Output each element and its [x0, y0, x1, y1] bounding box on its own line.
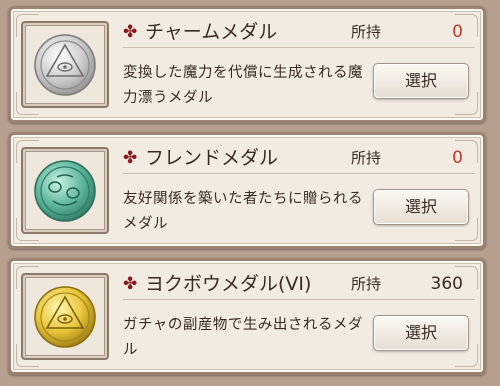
medal-name-row: ✤ チャームメダル 所持 0: [123, 19, 475, 45]
cross-ornament-icon: ✤: [123, 148, 138, 168]
gold-medal-icon: [34, 286, 96, 348]
teal-medal-icon: [34, 160, 96, 222]
owned-count: 0: [452, 148, 463, 168]
divider: [123, 173, 475, 174]
select-button[interactable]: 選択: [373, 315, 469, 351]
divider: [123, 47, 475, 48]
medal-description: 変換した魔力を代償に生成される魔力漂うメダル: [123, 65, 363, 106]
owned-count: 360: [430, 274, 463, 294]
divider: [123, 299, 475, 300]
cross-ornament-icon: ✤: [123, 22, 138, 42]
select-button[interactable]: 選択: [373, 63, 469, 99]
medal-name: フレンドメダル: [145, 147, 279, 169]
silver-medal-icon: [34, 34, 96, 96]
medal-icon-frame: [21, 21, 109, 108]
medal-name-row: ✤ フレンドメダル 所持 0: [123, 145, 475, 171]
medal-icon-frame: [21, 147, 109, 234]
medal-card-yokubou: ✤ ヨクボウメダル(VI) 所持 360 ガチャの副産物で生み出されるメダル 選…: [8, 258, 486, 375]
owned-label: 所持: [351, 275, 382, 293]
medal-name: チャームメダル: [145, 21, 278, 43]
medal-name: ヨクボウメダル(VI): [145, 273, 312, 295]
medal-name-row: ✤ ヨクボウメダル(VI) 所持 360: [123, 271, 475, 297]
select-button[interactable]: 選択: [373, 189, 469, 225]
medal-card-charm: ✤ チャームメダル 所持 0 変換した魔力を代償に生成される魔力漂うメダル 選択: [8, 6, 486, 123]
owned-label: 所持: [351, 23, 382, 41]
medal-description: 友好関係を築いた者たちに贈られるメダル: [123, 191, 363, 232]
medal-description: ガチャの副産物で生み出されるメダル: [123, 317, 363, 358]
owned-count: 0: [452, 22, 463, 42]
medal-card-friend: ✤ フレンドメダル 所持 0 友好関係を築いた者たちに贈られるメダル 選択: [8, 132, 486, 249]
medal-icon-frame: [21, 273, 109, 360]
owned-label: 所持: [351, 149, 382, 167]
cross-ornament-icon: ✤: [123, 274, 138, 294]
